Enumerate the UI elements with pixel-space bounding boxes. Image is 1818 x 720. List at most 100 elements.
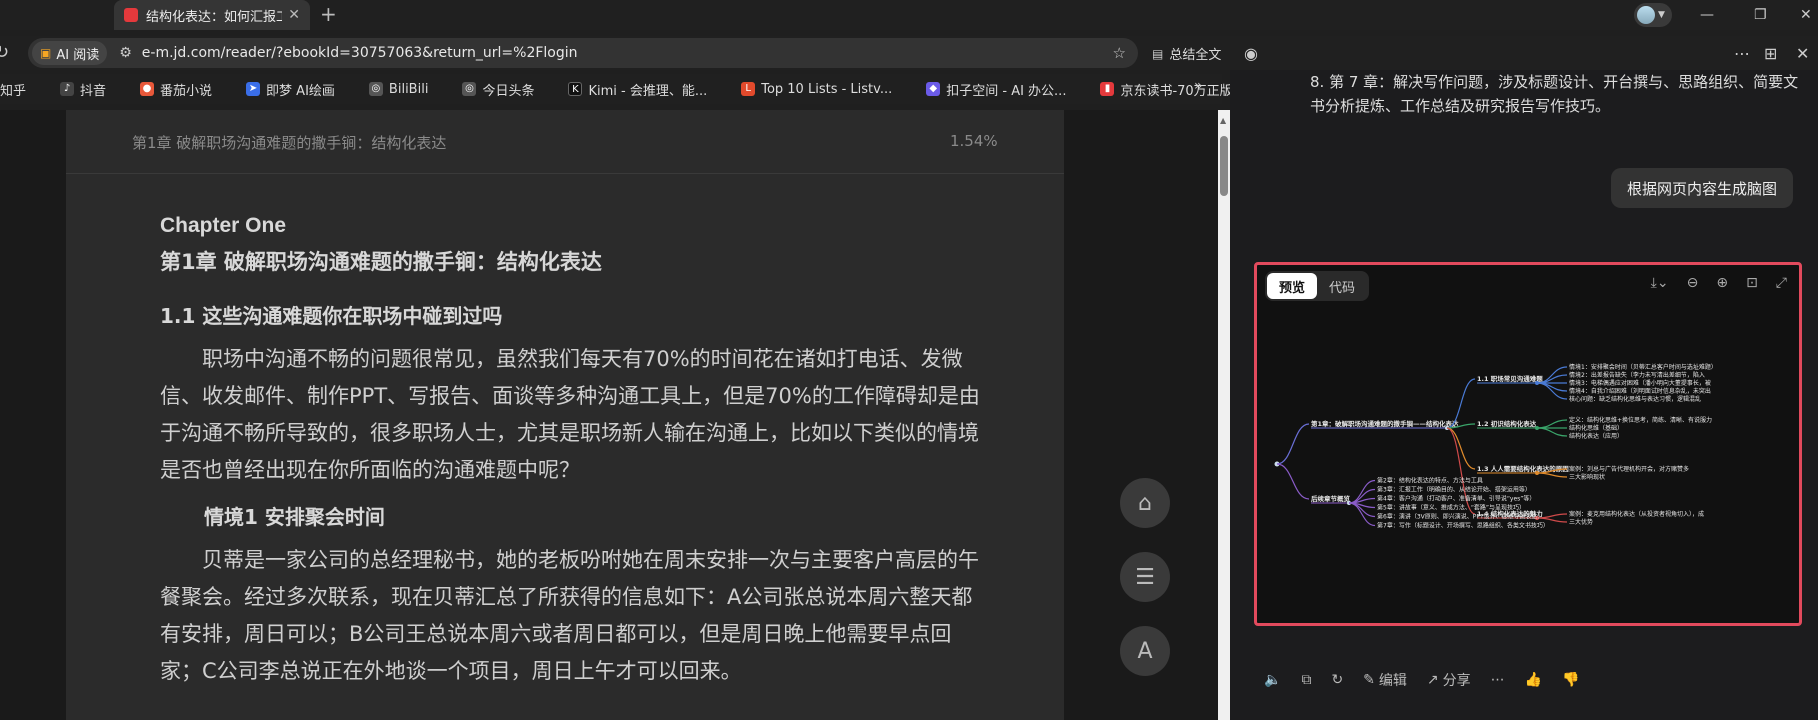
chapter-title-en: Chapter One	[160, 214, 287, 237]
font-icon: A	[1137, 638, 1153, 664]
coze-icon: ◆	[926, 82, 941, 96]
mindmap-leaf-label: 核心问题：缺乏结构化思维与表达习惯，逻辑混乱	[1569, 395, 1701, 403]
mindmap-link	[1276, 423, 1310, 465]
ai-reading-label: AI 阅读	[56, 47, 100, 63]
new-tab-button[interactable]: +	[320, 2, 337, 26]
mindmap-chapter-label: 第7章：写作（标题设计、开场撰写、思路组织、各类文书技巧）	[1377, 522, 1549, 530]
toc-button[interactable]: ☰	[1120, 552, 1170, 602]
close-panel-icon[interactable]: ✕	[1796, 44, 1809, 63]
fit-view-icon[interactable]: ⊡	[1746, 275, 1758, 291]
apps-icon[interactable]: ⊞	[1764, 44, 1777, 63]
address-bar: ↻ ▣ AI 阅读 ⚙ e-m.jd.com/reader/?ebookId=3…	[0, 36, 1818, 70]
regenerate-icon[interactable]: ↻	[1331, 672, 1343, 688]
close-tab-icon[interactable]: ✕	[288, 7, 300, 23]
edit-button[interactable]: ✎ 编辑	[1363, 670, 1407, 690]
reload-icon[interactable]: ↻	[0, 42, 9, 63]
more-icon[interactable]: ⋯	[1491, 672, 1505, 688]
share-icon: ↗	[1426, 672, 1439, 688]
url-text[interactable]: e-m.jd.com/reader/?ebookId=30757063&retu…	[142, 45, 1113, 61]
mindmap-leaf-label: 情境4：自我介绍困难（刘明面试时信息杂乱，未突出	[1569, 387, 1711, 395]
kimi-icon: K	[568, 82, 583, 96]
mindmap-link	[1446, 427, 1476, 470]
mindmap-leaf-label: 结构化思维（基础）	[1569, 424, 1623, 432]
home-icon: ⌂	[1138, 490, 1152, 516]
mindmap-chapter-label: 第2章：结构化表达的特点、方法与工具	[1377, 477, 1483, 485]
font-button[interactable]: A	[1120, 626, 1170, 676]
browser-tab[interactable]: 结构化表达：如何汇报工作 ✕	[114, 0, 310, 30]
bookmark-item[interactable]: ◆ 扣子空间 - AI 办公...	[926, 80, 1066, 99]
mindmap-leaf-label: 定义：结构化思维+换位思考，简练、清晰、有说服力	[1569, 416, 1712, 424]
thumbs-up-icon[interactable]: 👍	[1525, 672, 1542, 688]
reader-area: 第1章 破解职场沟通难题的撒手锏：结构化表达 1.54% Chapter One…	[0, 110, 1218, 720]
bookmark-item[interactable]: ◎ BiliBili	[368, 82, 428, 97]
copy-icon[interactable]: ⧉	[1301, 672, 1311, 688]
user-message: 根据网页内容生成脑图	[1611, 168, 1794, 208]
bookmark-star-icon[interactable]: ☆	[1113, 44, 1126, 62]
view-tabs: 预览 代码	[1265, 271, 1370, 301]
mindmap-sub-label: 1.3 人人需要结构化表达的原因	[1477, 464, 1569, 473]
jd-favicon-icon	[124, 8, 138, 22]
assistant-avatar-icon[interactable]: ◉	[1244, 44, 1258, 63]
mindmap-leaf-label: 案例：刘总与广告代理机构开会，对方赌赞多	[1569, 465, 1689, 473]
zoom-out-icon[interactable]: ⊖	[1687, 275, 1699, 291]
chapter-title-cn: 第1章 破解职场沟通难题的撒手锏：结构化表达	[160, 250, 602, 274]
bookmark-item[interactable]: L Top 10 Lists - Listv...	[741, 82, 892, 97]
summary-button[interactable]: ▤ 总结全文	[1152, 44, 1221, 64]
tab-preview[interactable]: 预览	[1267, 273, 1318, 299]
fanqie-icon: ●	[140, 82, 155, 96]
menu-icon: ☰	[1135, 564, 1155, 590]
mindmap-card: 预览 代码 ⤓⌄ ⊖ ⊕ ⊡ ⤢ 第1章：破解职场沟通难题的撒手锏——结构化表达…	[1254, 262, 1802, 626]
bookmark-item[interactable]: 知乎	[0, 80, 26, 99]
message-actions: 🔈 ⧉ ↻ ✎ 编辑 ↗ 分享 ⋯ 👍 👎	[1264, 670, 1580, 690]
book-content: Chapter One 第1章 破解职场沟通难题的撒手锏：结构化表达 1.1 这…	[160, 214, 980, 690]
tab-code[interactable]: 代码	[1317, 273, 1367, 299]
bookmark-item[interactable]: ● 番茄小说	[140, 80, 212, 99]
more-options-icon[interactable]: ⋯	[1734, 44, 1750, 63]
fullscreen-icon[interactable]: ⤢	[1776, 275, 1787, 291]
toutiao-icon: ◎	[462, 82, 477, 96]
bookmarks-bar: 知乎 ♪ 抖音 ● 番茄小说 ➤ 即梦 AI绘画 ◎ BiliBili ◎ 今日头条 KK…	[0, 74, 1245, 104]
listverse-icon: L	[741, 82, 756, 96]
page-scrollbar[interactable]: ▲	[1218, 110, 1230, 720]
scroll-up-icon[interactable]: ▲	[1220, 116, 1226, 125]
douyin-icon: ♪	[60, 82, 75, 96]
download-icon[interactable]: ⤓⌄	[1651, 275, 1669, 291]
home-button[interactable]: ⌂	[1120, 478, 1170, 528]
ai-reading-button[interactable]: ▣ AI 阅读	[32, 41, 108, 65]
bookmark-item[interactable]: K Kimi - 会推理、能...	[568, 80, 707, 99]
minimize-icon[interactable]: —	[1700, 0, 1714, 30]
mindmap-sub-label: 1.1 职场常见沟通难题	[1477, 374, 1543, 383]
bookmark-item[interactable]: ♪ 抖音	[60, 80, 106, 99]
mindmap-link	[1536, 427, 1568, 437]
mindmap-leaf-label: 情境1：安排聚会时间（贝蒂汇总客户时间与选址难题）	[1569, 363, 1717, 371]
tab-title: 结构化表达：如何汇报工作	[146, 9, 282, 25]
mindmap-link	[1536, 472, 1568, 478]
speaker-icon[interactable]: 🔈	[1264, 672, 1281, 688]
mindmap-chapter-label: 第4章：客户沟通（打动客户、准备清单、引导说“yes”等）	[1377, 495, 1535, 503]
chevron-down-icon: ▼	[1658, 10, 1665, 20]
omnibox[interactable]: ▣ AI 阅读 ⚙ e-m.jd.com/reader/?ebookId=307…	[28, 38, 1138, 68]
bookmark-item[interactable]: ▮ 京东读书-70万正版...	[1100, 80, 1245, 99]
zoom-in-icon[interactable]: ⊕	[1716, 275, 1728, 291]
share-button[interactable]: ↗ 分享	[1427, 670, 1471, 690]
mindmap-diagram: 第1章：破解职场沟通难题的撒手锏——结构化表达后续章节概览 1.1 职场常见沟通难…	[1274, 363, 1717, 530]
scrollbar-thumb[interactable]	[1220, 136, 1228, 196]
ai-assistant-panel: 8. 第 7 章：解决写作问题，涉及标题设计、开台撰与、思路组织、简要文书分析提…	[1230, 70, 1818, 720]
bookmark-item[interactable]: ◎ 今日头条	[462, 80, 534, 99]
ai-icon: ▣	[40, 46, 52, 60]
site-settings-icon[interactable]: ⚙	[119, 45, 132, 61]
restore-icon[interactable]: ❐	[1754, 0, 1767, 30]
section-title: 1.1 这些沟通难题你在职场中碰到过吗	[160, 304, 503, 328]
profile-button[interactable]: ▼	[1634, 3, 1672, 27]
tab-strip: 结构化表达：如何汇报工作 ✕ + ▼ — ❐ ✕	[0, 0, 1818, 30]
more-bookmarks-icon[interactable]: »	[1194, 78, 1203, 94]
paragraph: 职场中沟通不畅的问题很常见，虽然我们每天有70%的时间花在诸如打电话、发微信、收…	[160, 347, 980, 482]
close-window-icon[interactable]: ✕	[1800, 0, 1812, 30]
chapter-header: 第1章 破解职场沟通难题的撒手锏：结构化表达	[132, 134, 447, 152]
mindmap-leaf-label: 情境3：电梯偶遇应对困难（潘小明向大董提事长，被	[1569, 379, 1711, 387]
bookmark-item[interactable]: ➤ 即梦 AI绘画	[246, 80, 335, 99]
reading-progress: 1.54%	[950, 132, 998, 150]
thumbs-down-icon[interactable]: 👎	[1562, 672, 1579, 688]
mindmap-link	[1276, 463, 1310, 500]
mindmap-link	[1536, 419, 1568, 429]
